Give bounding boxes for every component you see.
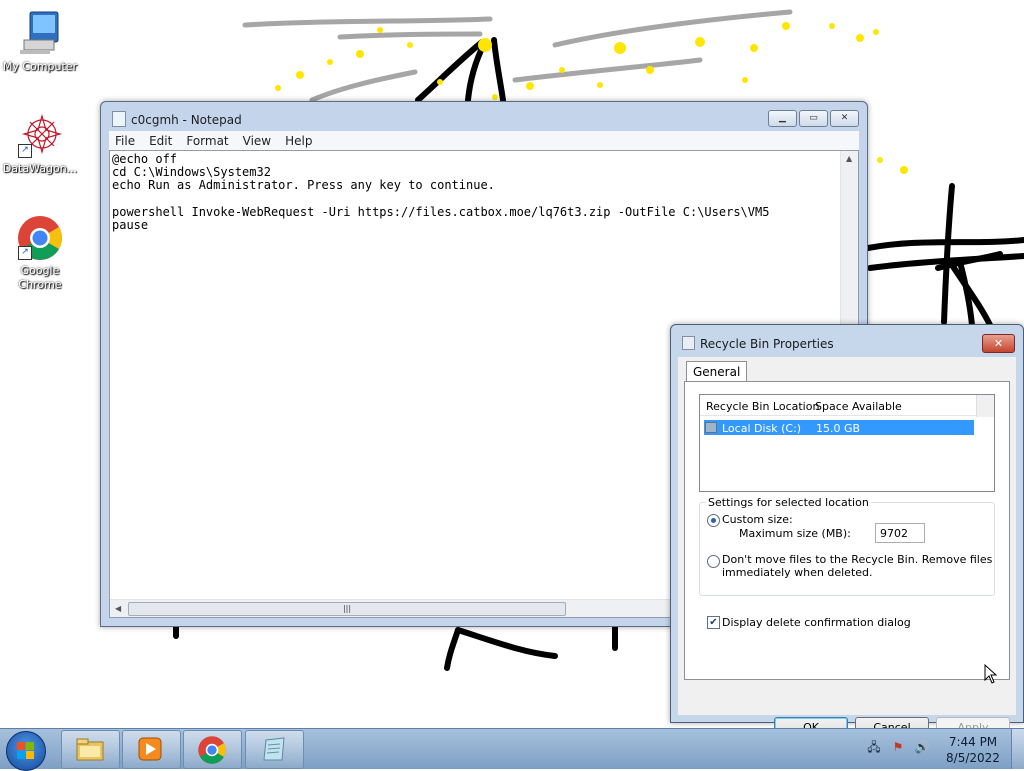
close-button[interactable]: ✕ — [982, 334, 1015, 353]
custom-size-radio[interactable] — [707, 514, 720, 527]
location-list[interactable]: Recycle Bin Location Space Available Loc… — [699, 394, 995, 492]
dialog-body: General Recycle Bin Location Space Avail… — [678, 357, 1016, 739]
tab-general[interactable]: General — [686, 361, 748, 382]
dont-move-label[interactable]: Don't move files to the Recycle Bin. Rem… — [722, 553, 992, 566]
group-label: Settings for selected location — [706, 496, 871, 509]
delete-confirmation-checkbox[interactable]: ✔ — [707, 616, 720, 629]
menu-file[interactable]: File — [115, 134, 135, 148]
taskbar-notepad-button[interactable] — [245, 730, 304, 769]
clock-date: 8/5/2022 — [946, 751, 1000, 765]
desktop-icon-label: DataWagon... — [2, 162, 78, 175]
recycle-bin-icon — [682, 336, 695, 350]
document-text[interactable]: @echo off cd C:\Windows\System32 echo Ru… — [112, 152, 769, 232]
menu-edit[interactable]: Edit — [149, 134, 172, 148]
show-desktop-button[interactable] — [1011, 729, 1024, 769]
chrome-icon: ↗ — [16, 214, 64, 262]
general-tab-pane: Recycle Bin Location Space Available Loc… — [684, 381, 1010, 680]
settings-group: Settings for selected location Custom si… — [699, 496, 995, 596]
dialog-title-bar[interactable]: Recycle Bin Properties ✕ — [671, 325, 1023, 355]
menu-help[interactable]: Help — [285, 134, 312, 148]
shortcut-arrow-icon: ↗ — [18, 246, 32, 260]
taskbar-chrome-button[interactable] — [183, 730, 242, 769]
list-scrollbar[interactable] — [976, 395, 994, 417]
window-title: c0cgmh - Notepad — [131, 113, 242, 127]
space-cell: 15.0 GB — [816, 422, 861, 435]
desktop-icon-my-computer[interactable]: My Computer — [0, 10, 80, 74]
taskbar-clock[interactable]: 7:44 PM 8/5/2022 — [946, 734, 1000, 766]
minimize-button[interactable]: ▁ — [768, 110, 797, 127]
column-header-space[interactable]: Space Available — [815, 400, 902, 413]
computer-icon — [16, 10, 64, 58]
taskbar-media-player-button[interactable] — [122, 730, 181, 769]
custom-size-label[interactable]: Custom size: — [722, 513, 793, 526]
menu-format[interactable]: Format — [186, 134, 228, 148]
location-cell: Local Disk (C:) — [722, 422, 802, 435]
desktop-icon-datawagon[interactable]: ↗ DataWagon... — [0, 112, 80, 176]
taskbar: 🖧 ⚑ 🔊 7:44 PM 8/5/2022 — [0, 728, 1024, 771]
close-button[interactable]: ✕ — [830, 110, 859, 127]
notepad-icon — [112, 111, 126, 127]
column-header-location[interactable]: Recycle Bin Location — [706, 400, 819, 413]
recycle-bin-properties-dialog[interactable]: Recycle Bin Properties ✕ General Recycle… — [670, 324, 1024, 739]
notepad-icon — [263, 737, 285, 761]
desktop-icon-label: Google Chrome — [18, 264, 62, 291]
scroll-left-icon[interactable]: ◀ — [115, 604, 121, 613]
shortcut-arrow-icon: ↗ — [18, 144, 32, 158]
taskbar-explorer-button[interactable] — [61, 730, 120, 769]
drive-icon — [705, 422, 717, 433]
horizontal-scroll-thumb[interactable]: ||| — [128, 602, 566, 616]
scroll-up-icon[interactable]: ▲ — [846, 154, 852, 163]
notepad-title-bar[interactable]: c0cgmh - Notepad ▁ ▭ ✕ — [101, 102, 867, 130]
menu-bar: File Edit Format View Help — [109, 131, 859, 150]
volume-icon[interactable]: 🔊 — [914, 739, 930, 755]
action-center-icon[interactable]: ⚑ — [890, 739, 906, 755]
desktop-icon-label: My Computer — [2, 60, 78, 73]
delete-confirmation-label[interactable]: Display delete confirmation dialog — [722, 616, 911, 629]
explorer-icon — [76, 738, 104, 761]
clock-time: 7:44 PM — [948, 735, 998, 749]
menu-view[interactable]: View — [243, 134, 271, 148]
dialog-title: Recycle Bin Properties — [700, 337, 834, 351]
max-size-input[interactable]: 9702 — [875, 523, 925, 543]
mouse-cursor-icon — [984, 664, 998, 684]
dont-move-files-radio[interactable] — [707, 555, 720, 568]
list-header: Recycle Bin Location Space Available — [700, 395, 977, 416]
dont-move-label-line2[interactable]: immediately when deleted. — [722, 566, 873, 579]
list-item[interactable]: Local Disk (C:) 15.0 GB — [704, 420, 974, 435]
datawagon-icon: ↗ — [16, 112, 64, 160]
media-player-icon — [138, 737, 162, 761]
windows-logo-icon — [17, 742, 35, 760]
start-button[interactable] — [6, 731, 46, 771]
system-tray: 🖧 ⚑ 🔊 — [866, 739, 930, 755]
network-icon[interactable]: 🖧 — [866, 739, 882, 755]
max-size-label: Maximum size (MB): — [739, 527, 851, 540]
maximize-button[interactable]: ▭ — [799, 110, 828, 127]
desktop-icon-google-chrome[interactable]: ↗ Google Chrome — [0, 214, 80, 292]
chrome-icon — [198, 736, 226, 764]
